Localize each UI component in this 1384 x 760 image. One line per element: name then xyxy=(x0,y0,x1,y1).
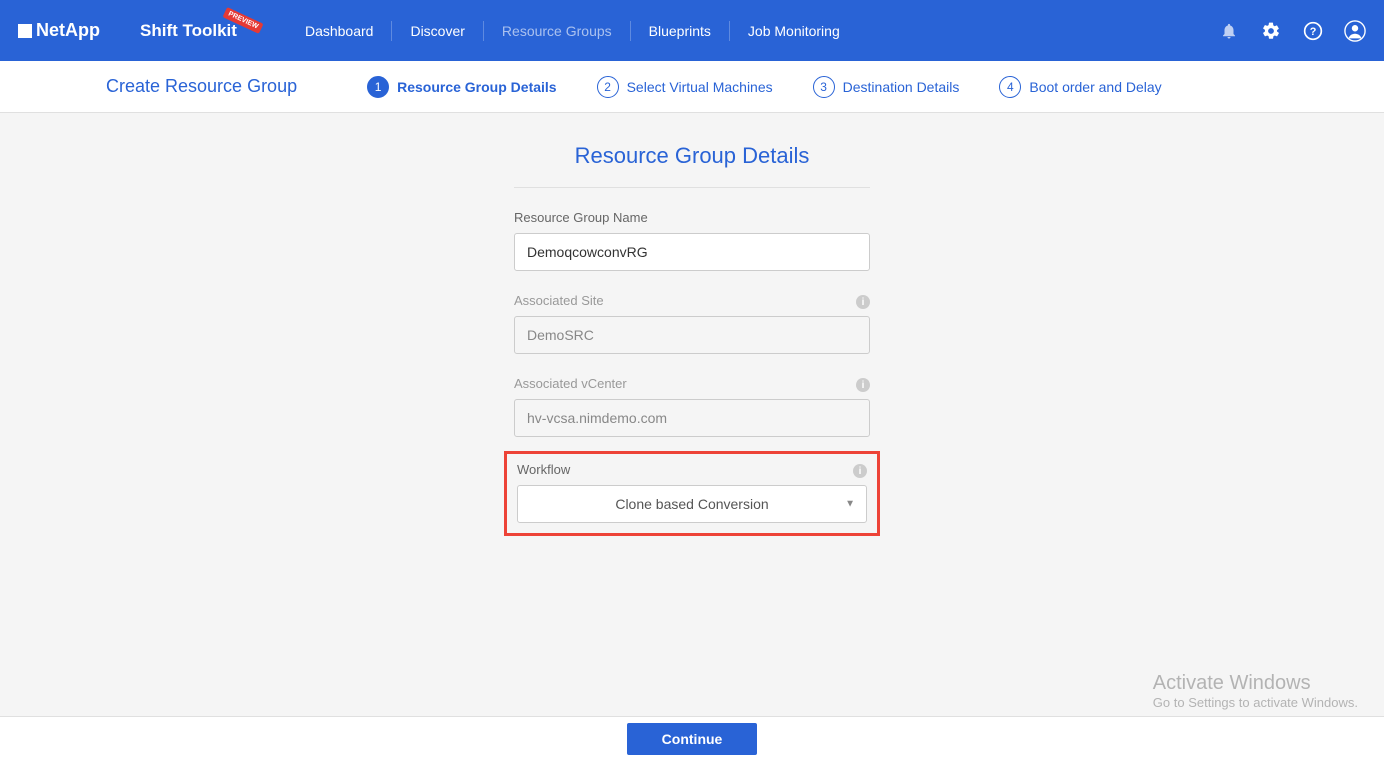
windows-activation-watermark: Activate Windows Go to Settings to activ… xyxy=(1153,672,1358,710)
step-destination-details[interactable]: 3 Destination Details xyxy=(813,76,960,98)
nav-discover[interactable]: Discover xyxy=(392,21,483,41)
divider xyxy=(514,187,870,188)
vcenter-label: Associated vCenter xyxy=(514,376,870,391)
step-number: 3 xyxy=(813,76,835,98)
nav-links: Dashboard Discover Resource Groups Bluep… xyxy=(287,21,858,41)
step-label: Boot order and Delay xyxy=(1029,79,1161,95)
step-label: Resource Group Details xyxy=(397,79,557,95)
step-number: 1 xyxy=(367,76,389,98)
step-number: 2 xyxy=(597,76,619,98)
workflow-select[interactable]: Clone based Conversion ▼ xyxy=(517,485,867,523)
workflow-label: Workflow xyxy=(517,462,867,477)
svg-text:?: ? xyxy=(1310,26,1317,38)
help-icon[interactable]: ? xyxy=(1302,20,1324,42)
workflow-highlight: Workflow i Clone based Conversion ▼ xyxy=(504,451,880,536)
vcenter-input xyxy=(514,399,870,437)
info-icon[interactable]: i xyxy=(853,464,867,478)
netapp-icon xyxy=(18,24,32,38)
top-nav: NetApp Shift Toolkit PREVIEW Dashboard D… xyxy=(0,0,1384,61)
nav-blueprints[interactable]: Blueprints xyxy=(631,21,730,41)
nav-right: ? xyxy=(1218,20,1366,42)
info-icon[interactable]: i xyxy=(856,378,870,392)
section-title: Resource Group Details xyxy=(575,143,810,169)
nav-job-monitoring[interactable]: Job Monitoring xyxy=(730,21,858,41)
watermark-title: Activate Windows xyxy=(1153,672,1358,695)
watermark-subtitle: Go to Settings to activate Windows. xyxy=(1153,695,1358,710)
field-workflow: Workflow i Clone based Conversion ▼ xyxy=(517,462,867,523)
site-label: Associated Site xyxy=(514,293,870,308)
field-associated-vcenter: Associated vCenter i xyxy=(514,376,870,437)
product-title: Shift Toolkit PREVIEW xyxy=(140,21,237,41)
nav-dashboard[interactable]: Dashboard xyxy=(287,21,393,41)
brand-text: NetApp xyxy=(36,20,100,41)
rg-name-input[interactable] xyxy=(514,233,870,271)
main-content: Resource Group Details Resource Group Na… xyxy=(0,113,1384,536)
brand-logo: NetApp xyxy=(18,20,100,41)
info-icon[interactable]: i xyxy=(856,295,870,309)
gear-icon[interactable] xyxy=(1260,20,1282,42)
step-select-vms[interactable]: 2 Select Virtual Machines xyxy=(597,76,773,98)
field-associated-site: Associated Site i xyxy=(514,293,870,354)
wizard-bar: Create Resource Group 1 Resource Group D… xyxy=(0,61,1384,113)
step-label: Destination Details xyxy=(843,79,960,95)
site-input xyxy=(514,316,870,354)
rg-name-label: Resource Group Name xyxy=(514,210,870,225)
continue-button[interactable]: Continue xyxy=(627,723,757,755)
step-boot-order[interactable]: 4 Boot order and Delay xyxy=(999,76,1161,98)
resource-group-form: Resource Group Name Associated Site i As… xyxy=(514,210,870,536)
nav-resource-groups[interactable]: Resource Groups xyxy=(484,21,631,41)
step-number: 4 xyxy=(999,76,1021,98)
wizard-steps: 1 Resource Group Details 2 Select Virtua… xyxy=(367,76,1162,98)
user-icon[interactable] xyxy=(1344,20,1366,42)
bell-icon[interactable] xyxy=(1218,20,1240,42)
wizard-title: Create Resource Group xyxy=(106,76,297,97)
field-resource-group-name: Resource Group Name xyxy=(514,210,870,271)
step-label: Select Virtual Machines xyxy=(627,79,773,95)
bottom-bar: Continue xyxy=(0,716,1384,760)
workflow-select-value: Clone based Conversion xyxy=(517,485,867,523)
step-resource-group-details[interactable]: 1 Resource Group Details xyxy=(367,76,557,98)
